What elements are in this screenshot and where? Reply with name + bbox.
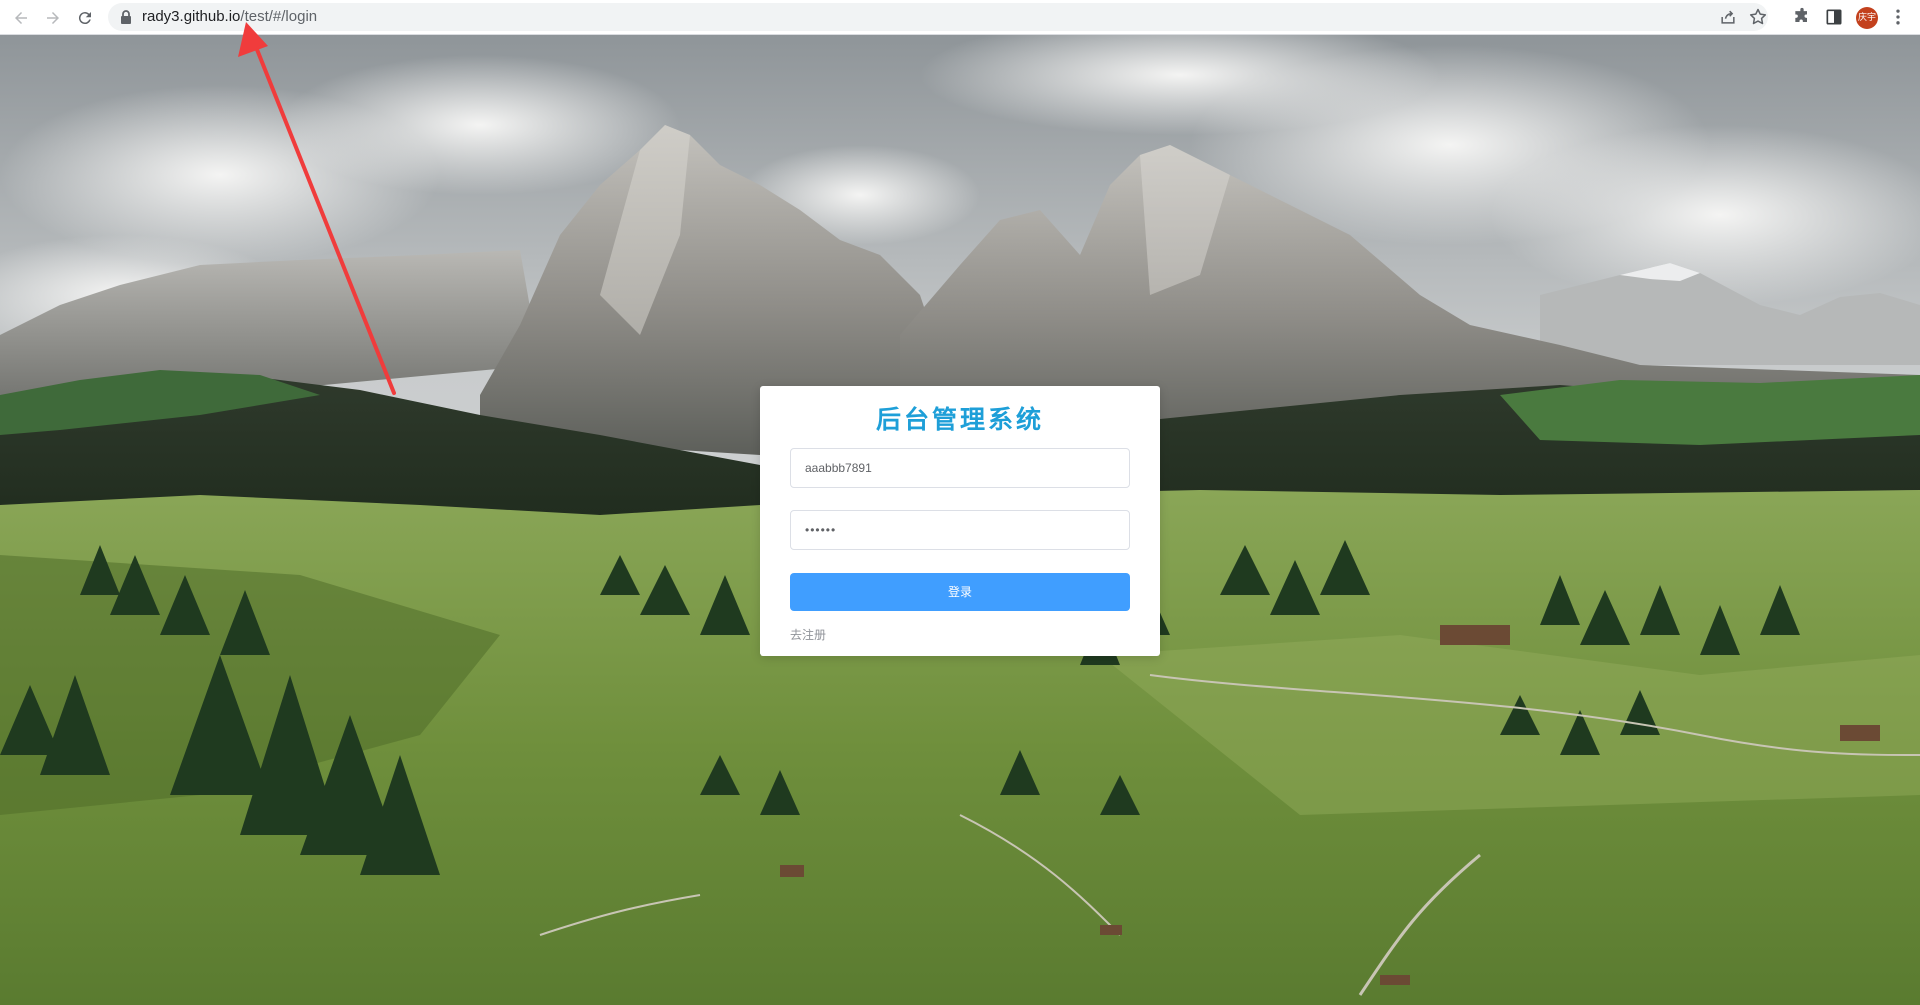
- puzzle-icon[interactable]: [1792, 7, 1812, 27]
- username-input[interactable]: aaabbb7891: [790, 448, 1130, 488]
- side-panel-icon[interactable]: [1824, 7, 1844, 27]
- url-host: rady3.github.io: [142, 8, 241, 25]
- lock-icon[interactable]: [119, 9, 133, 25]
- page-title: 后台管理系统: [875, 405, 1044, 434]
- register-link[interactable]: 去注册: [790, 626, 826, 643]
- browser-toolbar: rady3.github.io/test/#/login 庆宇: [0, 0, 1920, 35]
- login-button[interactable]: 登录: [790, 573, 1130, 611]
- back-arrow-icon[interactable]: [8, 5, 34, 31]
- password-input[interactable]: ••••••: [790, 510, 1130, 550]
- kebab-menu-icon[interactable]: [1888, 7, 1908, 27]
- url-path: /test/#/login: [240, 8, 318, 25]
- forward-arrow-icon[interactable]: [40, 5, 66, 31]
- address-bar[interactable]: rady3.github.io/test/#/login: [108, 3, 1768, 31]
- login-card: 后台管理系统 aaabbb7891 •••••• 登录 去注册: [760, 386, 1160, 656]
- reload-icon[interactable]: [72, 5, 98, 31]
- star-icon[interactable]: [1748, 7, 1768, 27]
- profile-avatar[interactable]: 庆宇: [1856, 7, 1878, 29]
- url-text[interactable]: rady3.github.io/test/#/login: [142, 8, 317, 26]
- share-icon[interactable]: [1718, 7, 1738, 27]
